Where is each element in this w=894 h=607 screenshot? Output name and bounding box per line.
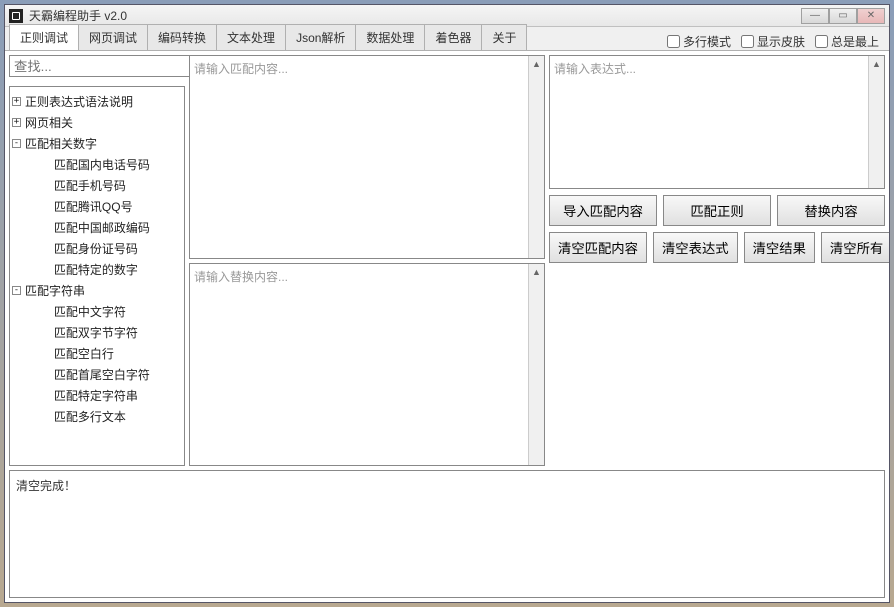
- showskin-checkbox-input[interactable]: [741, 35, 754, 48]
- multiline-checkbox[interactable]: 多行模式: [667, 33, 731, 50]
- tree-node[interactable]: 匹配首尾空白字符: [12, 364, 182, 385]
- tree-node-label: 匹配中国邮政编码: [54, 219, 150, 236]
- expression-input[interactable]: [550, 56, 868, 188]
- window-controls: — ▭ ✕: [801, 8, 885, 24]
- alwaystop-checkbox[interactable]: 总是最上: [815, 33, 879, 50]
- tab-0[interactable]: 正则调试: [9, 24, 79, 50]
- maximize-button[interactable]: ▭: [829, 8, 857, 24]
- tree-node[interactable]: + 正则表达式语法说明: [12, 91, 182, 112]
- scrollbar[interactable]: ▲: [528, 56, 544, 258]
- tree-node[interactable]: 匹配特定的数字: [12, 259, 182, 280]
- window-title: 天霸编程助手 v2.0: [29, 7, 801, 24]
- tree-node[interactable]: 匹配空白行: [12, 343, 182, 364]
- tab-bar: 正则调试网页调试编码转换文本处理Json解析数据处理着色器关于 多行模式 显示皮…: [5, 27, 889, 51]
- tree-node-label: 匹配首尾空白字符: [54, 366, 150, 383]
- left-panel: 查找 +正则表达式语法说明+网页相关-匹配相关数字 匹配国内电话号码 匹配手机号…: [9, 55, 185, 466]
- tab-4[interactable]: Json解析: [285, 24, 356, 50]
- clear-match-button[interactable]: 清空匹配内容: [549, 232, 647, 263]
- match-content-area: ▲: [189, 55, 545, 259]
- tree-node-label: 匹配国内电话号码: [54, 156, 150, 173]
- clear-result-button[interactable]: 清空结果: [744, 232, 815, 263]
- tree-node[interactable]: 匹配中国邮政编码: [12, 217, 182, 238]
- tab-1[interactable]: 网页调试: [78, 24, 148, 50]
- button-row-2: 清空匹配内容 清空表达式 清空结果 清空所有: [549, 232, 885, 263]
- main-area: 查找 +正则表达式语法说明+网页相关-匹配相关数字 匹配国内电话号码 匹配手机号…: [5, 51, 889, 602]
- tree-node[interactable]: 匹配手机号码: [12, 175, 182, 196]
- close-button[interactable]: ✕: [857, 8, 885, 24]
- replace-content-button[interactable]: 替换内容: [777, 195, 885, 226]
- scrollbar[interactable]: ▲: [528, 264, 544, 466]
- search-input[interactable]: [9, 55, 196, 77]
- upper-panel: 查找 +正则表达式语法说明+网页相关-匹配相关数字 匹配国内电话号码 匹配手机号…: [9, 55, 885, 466]
- center-panel: ▲ ▲: [189, 55, 545, 466]
- tab-5[interactable]: 数据处理: [355, 24, 425, 50]
- collapse-icon[interactable]: -: [12, 286, 21, 295]
- tree-node[interactable]: -匹配字符串: [12, 280, 182, 301]
- clear-all-button[interactable]: 清空所有: [821, 232, 889, 263]
- match-regex-button[interactable]: 匹配正则: [663, 195, 771, 226]
- replace-content-area: ▲: [189, 263, 545, 467]
- collapse-icon[interactable]: -: [12, 139, 21, 148]
- clear-expr-button[interactable]: 清空表达式: [653, 232, 738, 263]
- multiline-checkbox-input[interactable]: [667, 35, 680, 48]
- match-content-input[interactable]: [190, 56, 528, 258]
- tab-2[interactable]: 编码转换: [147, 24, 217, 50]
- tree-node[interactable]: 匹配国内电话号码: [12, 154, 182, 175]
- scrollbar[interactable]: ▲: [868, 56, 884, 188]
- right-panel: ▲ 导入匹配内容 匹配正则 替换内容 清空匹配内容 清空表达式 清空结果 清空所…: [549, 55, 885, 466]
- button-row-1: 导入匹配内容 匹配正则 替换内容: [549, 195, 885, 226]
- expand-icon[interactable]: +: [12, 118, 21, 127]
- tree-node[interactable]: -匹配相关数字: [12, 133, 182, 154]
- tree-node-label: 匹配多行文本: [54, 408, 126, 425]
- replace-content-input[interactable]: [190, 264, 528, 466]
- tree-node-label: 匹配相关数字: [25, 135, 97, 152]
- tree-node[interactable]: 匹配腾讯QQ号: [12, 196, 182, 217]
- tree-node-label: 匹配特定字符串: [54, 387, 138, 404]
- tree-node-label: 网页相关: [25, 114, 73, 131]
- regex-tree[interactable]: +正则表达式语法说明+网页相关-匹配相关数字 匹配国内电话号码 匹配手机号码 匹…: [9, 86, 185, 466]
- tree-node[interactable]: 匹配身份证号码: [12, 238, 182, 259]
- tree-node-label: 匹配双字节字符: [54, 324, 138, 341]
- showskin-checkbox[interactable]: 显示皮肤: [741, 33, 805, 50]
- app-window: 天霸编程助手 v2.0 — ▭ ✕ 正则调试网页调试编码转换文本处理Json解析…: [4, 4, 890, 603]
- app-icon: [9, 9, 23, 23]
- tree-node-label: 匹配中文字符: [54, 303, 126, 320]
- tree-node-label: 匹配空白行: [54, 345, 114, 362]
- tree-node[interactable]: 匹配双字节字符: [12, 322, 182, 343]
- tree-node[interactable]: 匹配中文字符: [12, 301, 182, 322]
- tree-node-label: 匹配腾讯QQ号: [54, 198, 133, 215]
- tab-7[interactable]: 关于: [481, 24, 527, 50]
- tab-3[interactable]: 文本处理: [216, 24, 286, 50]
- log-output[interactable]: 清空完成！: [9, 470, 885, 598]
- tree-node[interactable]: 匹配特定字符串: [12, 385, 182, 406]
- search-row: 查找: [9, 55, 185, 82]
- alwaystop-checkbox-input[interactable]: [815, 35, 828, 48]
- tree-node-label: 匹配手机号码: [54, 177, 126, 194]
- tree-node-label: 匹配特定的数字: [54, 261, 138, 278]
- tree-node-label: 匹配字符串: [25, 282, 85, 299]
- tree-node-label: 匹配身份证号码: [54, 240, 138, 257]
- minimize-button[interactable]: —: [801, 8, 829, 24]
- tab-6[interactable]: 着色器: [424, 24, 482, 50]
- import-match-button[interactable]: 导入匹配内容: [549, 195, 657, 226]
- log-text: 清空完成！: [16, 479, 76, 493]
- tree-node[interactable]: 匹配多行文本: [12, 406, 182, 427]
- tree-node[interactable]: + 网页相关: [12, 112, 182, 133]
- tree-node-label: 正则表达式语法说明: [25, 93, 133, 110]
- expand-icon[interactable]: +: [12, 97, 21, 106]
- expression-area: ▲: [549, 55, 885, 189]
